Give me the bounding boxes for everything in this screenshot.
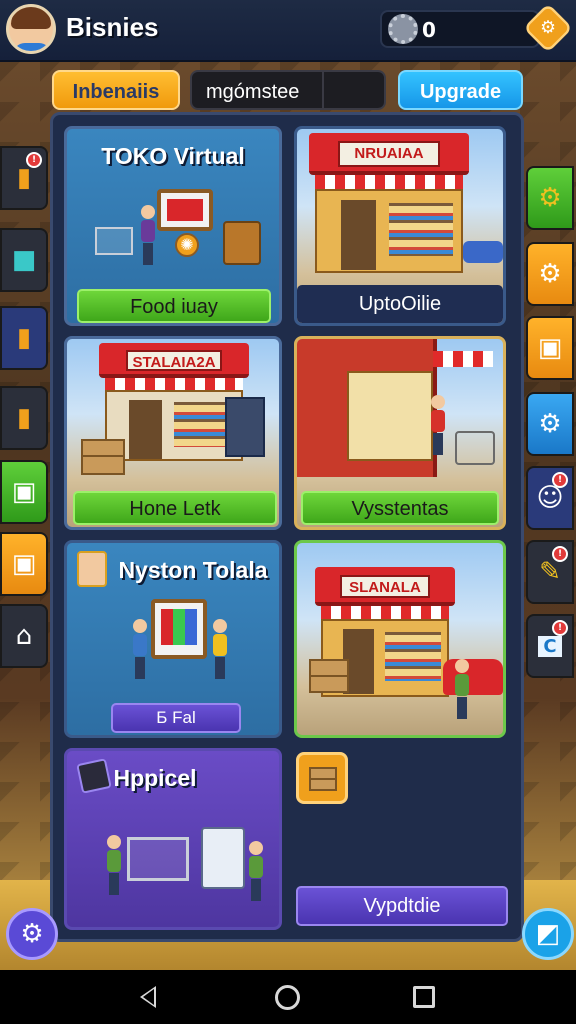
virtual-screen-icon	[157, 189, 213, 231]
card-toko-virtual[interactable]: TOKO Virtual ✺ Food iuay	[64, 126, 282, 326]
store-wall	[297, 339, 437, 477]
notification-badge: !	[552, 546, 568, 562]
side-tile-battery[interactable]: ▮ !	[0, 146, 48, 210]
side-tile-crate-3[interactable]: ▣	[526, 316, 574, 380]
customer-figure	[455, 659, 469, 719]
worker-figure	[213, 619, 227, 679]
gear-icon: ⚙	[538, 183, 562, 213]
side-tile-crate[interactable]: ▣	[0, 460, 48, 524]
store-building: NRUAIAA	[309, 133, 469, 273]
shopkeeper-figure	[431, 395, 445, 455]
crate-icon	[309, 659, 349, 693]
crate-icon	[309, 767, 337, 791]
card-store-4[interactable]: SLANALA	[294, 540, 506, 738]
shopper-figure	[141, 205, 155, 265]
avatar-shirt	[13, 43, 51, 51]
card-title: TOKO Virtual	[101, 143, 245, 169]
tool-icon: ▮	[16, 323, 32, 353]
side-tile-gear[interactable]: ⚙	[526, 166, 574, 230]
sun-icon: ✺	[175, 233, 199, 257]
battery-icon: ▮	[16, 403, 32, 433]
gear-icon: ⚙	[538, 409, 562, 439]
upgrade-store-button[interactable]: UptoOilie	[297, 285, 503, 323]
side-tile-bin[interactable]: ■	[0, 228, 48, 292]
tab-upgrade[interactable]: Upgrade	[398, 70, 523, 110]
cart-icon	[95, 227, 133, 255]
battery-icon: ▮	[16, 163, 32, 193]
edit-button[interactable]: ◩	[522, 908, 574, 960]
card-title: Hppicel	[113, 765, 197, 791]
basket-icon	[223, 221, 261, 265]
notification-badge: !	[26, 152, 42, 168]
shopper-figure	[107, 835, 121, 895]
android-nav-bar	[0, 970, 576, 1024]
systems-button[interactable]: Vysstentas	[301, 491, 499, 525]
shop-icon: ⌂	[15, 621, 33, 651]
store-sign: SLANALA	[340, 574, 430, 599]
recent-apps-icon[interactable]	[413, 986, 435, 1008]
cart-icon	[455, 431, 495, 465]
card-store-2[interactable]: STALAIA2A Hone Letk	[64, 336, 282, 530]
card-store-3[interactable]: Vysstentas	[294, 336, 506, 530]
card-title: Nyston Tolala	[118, 557, 268, 583]
crate-icon: ▣	[537, 333, 563, 363]
card-nyston-tolala[interactable]: Nyston Tolala Б Fal	[64, 540, 282, 738]
side-tile-crate-2[interactable]: ▣	[0, 532, 48, 596]
card-hppicel[interactable]: Hppicel	[64, 748, 282, 930]
bin-icon: ■	[11, 245, 37, 275]
settings-button[interactable]: ⚙	[6, 908, 58, 960]
hexagon-settings-icon: ⚙	[540, 17, 556, 38]
currency-value: 0	[422, 18, 436, 42]
crate-icon	[81, 439, 125, 475]
side-tile-settings[interactable]: ⚙	[526, 392, 574, 456]
side-tile-gear-2[interactable]: ⚙	[526, 242, 574, 306]
atm-icon	[201, 827, 245, 889]
food-button[interactable]: Food iuay	[77, 289, 271, 323]
store-sign: STALAIA2A	[126, 350, 222, 372]
update-button[interactable]: Vypdtdie	[296, 886, 508, 926]
avatar-hair	[11, 7, 51, 29]
crate-icon: ▣	[11, 477, 37, 507]
settings-icon: ⚙	[20, 919, 44, 949]
fal-button[interactable]: Б Fal	[111, 703, 241, 733]
cart-icon	[127, 837, 189, 881]
edit-icon: ◩	[535, 919, 561, 949]
notification-badge: !	[552, 472, 568, 488]
currency-display[interactable]: 0	[380, 10, 540, 48]
c-badge-icon: C	[538, 635, 562, 657]
awning	[433, 351, 493, 367]
side-tile-shop[interactable]: ⌂	[0, 604, 48, 668]
board-icon	[151, 599, 207, 659]
back-icon[interactable]	[140, 986, 156, 1008]
shopper-figure	[249, 841, 263, 901]
side-tile-c[interactable]: C !	[526, 614, 574, 678]
home-icon[interactable]	[275, 985, 300, 1010]
tab-inbenaiis[interactable]: Inbenaiis	[52, 70, 180, 110]
delivery-box-button[interactable]	[296, 752, 348, 804]
tab-mgomstee[interactable]: mgómstee	[190, 70, 386, 110]
side-tile-pencil[interactable]: ✎ !	[526, 540, 574, 604]
gear-icon: ⚙	[538, 259, 562, 289]
gear-icon	[388, 14, 418, 44]
crate-icon: ▣	[11, 549, 37, 579]
car-icon	[463, 241, 503, 263]
top-bar: Bisnies 0 ⚙	[0, 0, 576, 62]
notification-badge: !	[552, 620, 568, 636]
store-sign: NRUAIAA	[337, 141, 441, 167]
player-avatar[interactable]	[6, 4, 56, 54]
side-tile-battery-2[interactable]: ▮	[0, 386, 48, 450]
worker-figure	[133, 619, 147, 679]
vending-machine-icon	[225, 397, 265, 457]
side-tile-tool[interactable]: ▮	[0, 306, 48, 370]
home-button[interactable]: Hone Letk	[73, 491, 277, 525]
side-tile-person[interactable]: ☺ !	[526, 466, 574, 530]
app-title: Bisnies	[66, 12, 159, 42]
card-store-1[interactable]: NRUAIAA UptoOilie	[294, 126, 506, 326]
car-icon	[443, 659, 503, 695]
